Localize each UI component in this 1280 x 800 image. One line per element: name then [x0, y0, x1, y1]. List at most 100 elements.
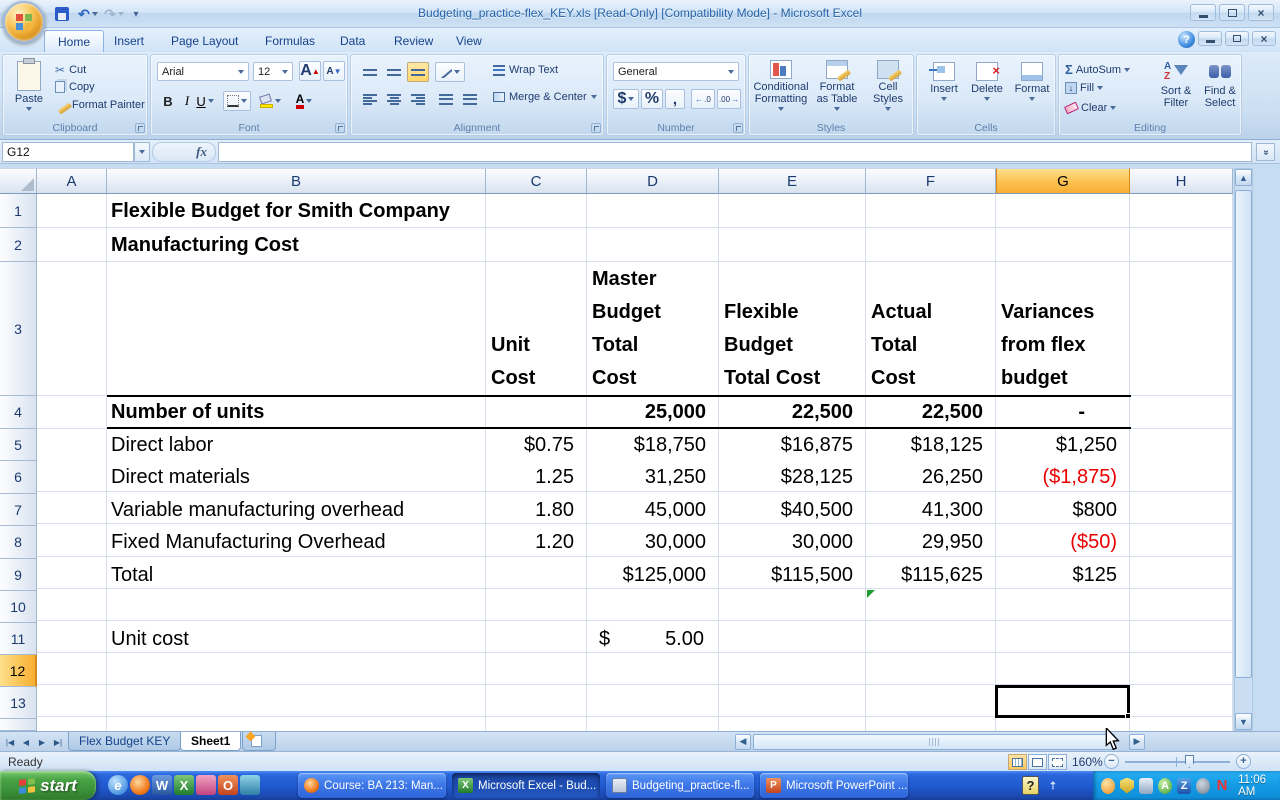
column-header-a[interactable]: A	[37, 168, 107, 194]
workbook-minimize-button[interactable]	[1198, 31, 1222, 46]
scroll-right-button[interactable]: ▶	[1129, 733, 1145, 750]
cell-d5[interactable]: $18,750	[587, 429, 718, 461]
zoom-slider-thumb[interactable]	[1185, 755, 1194, 768]
row-header-partial[interactable]	[0, 719, 37, 731]
cell-b2-title[interactable]: Manufacturing Cost	[111, 228, 299, 262]
paste-button[interactable]: Paste	[9, 58, 49, 111]
conditional-formatting-button[interactable]: Conditional Formatting	[753, 60, 809, 111]
cell-d7[interactable]: 45,000	[587, 494, 718, 526]
increase-indent-button[interactable]	[459, 89, 481, 109]
copy-button[interactable]: Copy	[55, 81, 95, 93]
workbook-close-button[interactable]: ×	[1252, 31, 1276, 46]
next-sheet-button[interactable]: ▶	[34, 734, 50, 750]
tab-data[interactable]: Data	[327, 30, 378, 52]
cell-e5[interactable]: $16,875	[719, 429, 865, 461]
tray-shield-icon[interactable]	[1120, 777, 1135, 794]
font-dialog-launcher[interactable]	[335, 123, 345, 133]
cell-b4[interactable]: Number of units	[111, 397, 264, 428]
cell-f3-header[interactable]: Actual Total Cost	[866, 262, 995, 395]
row-header-3[interactable]: 3	[0, 262, 37, 396]
row-header-11[interactable]: 11	[0, 623, 37, 655]
cell-c3-header[interactable]: Unit Cost	[486, 262, 586, 395]
tab-page-layout[interactable]: Page Layout	[158, 30, 251, 52]
tray-netscape-icon[interactable]: N	[1215, 777, 1229, 794]
task-button-budgeting-doc[interactable]: Budgeting_practice-fl...	[606, 773, 754, 798]
sheet-tab-sheet1[interactable]: Sheet1	[180, 732, 242, 751]
tray-antivirus-icon[interactable]: A	[1158, 777, 1173, 794]
name-box[interactable]: G12	[2, 142, 134, 162]
sheet-tab-flex-budget-key[interactable]: Flex Budget KEY	[68, 732, 182, 751]
cell-e6[interactable]: $28,125	[719, 461, 865, 494]
format-as-table-button[interactable]: Format as Table	[811, 60, 863, 111]
align-right-button[interactable]	[407, 89, 429, 109]
word-icon[interactable]: W	[152, 775, 172, 795]
formula-input[interactable]	[218, 142, 1252, 162]
cell-b11[interactable]: Unit cost	[111, 623, 189, 655]
clear-button[interactable]: Clear	[1063, 101, 1117, 115]
tray-zonealarm-icon[interactable]: Z	[1177, 777, 1192, 794]
align-left-button[interactable]	[359, 89, 381, 109]
clipboard-dialog-launcher[interactable]	[135, 123, 145, 133]
zoom-slider-track[interactable]	[1125, 761, 1230, 763]
orientation-button[interactable]	[435, 62, 465, 82]
fill-handle[interactable]	[1125, 713, 1131, 719]
decrease-decimal-button[interactable]: .00 →	[717, 89, 741, 109]
fill-color-button[interactable]	[255, 91, 285, 111]
office-button[interactable]	[3, 1, 45, 43]
cell-f8[interactable]: 29,950	[866, 526, 995, 559]
tab-home[interactable]: Home	[44, 30, 105, 52]
row-header-6[interactable]: 6	[0, 461, 37, 494]
cell-g4[interactable]: -	[996, 397, 1129, 428]
cell-c5[interactable]: $0.75	[486, 429, 586, 461]
workbook-restore-button[interactable]	[1225, 31, 1249, 46]
cell-f6[interactable]: 26,250	[866, 461, 995, 494]
scroll-up-button[interactable]: ▲	[1235, 169, 1252, 186]
spreadsheet-grid[interactable]: Flexible Budget for Smith Company Manufa…	[37, 194, 1233, 731]
cell-d4[interactable]: 25,000	[587, 397, 718, 428]
insert-cells-button[interactable]: Insert	[925, 62, 963, 101]
shrink-font-button[interactable]: A ▼	[323, 61, 345, 81]
cell-b5[interactable]: Direct labor	[111, 429, 213, 461]
underline-button[interactable]: U	[196, 91, 214, 111]
row-header-10[interactable]: 10	[0, 591, 37, 623]
app-close-button[interactable]: ×	[1248, 4, 1274, 21]
tab-review[interactable]: Review	[381, 30, 446, 52]
column-header-d[interactable]: D	[587, 168, 719, 194]
cell-b1-title[interactable]: Flexible Budget for Smith Company	[111, 194, 450, 228]
cell-f9[interactable]: $115,625	[866, 559, 995, 591]
cell-b8[interactable]: Fixed Manufacturing Overhead	[111, 526, 386, 559]
active-cell-selection[interactable]	[995, 685, 1131, 719]
cell-g7[interactable]: $800	[996, 494, 1129, 526]
cell-b9[interactable]: Total	[111, 559, 153, 591]
internet-explorer-icon[interactable]: e	[108, 775, 128, 795]
row-header-2[interactable]: 2	[0, 228, 37, 262]
row-header-1[interactable]: 1	[0, 194, 37, 228]
column-header-e[interactable]: E	[719, 168, 866, 194]
outlook-icon[interactable]: O	[218, 775, 238, 795]
cell-styles-button[interactable]: Cell Styles	[865, 60, 911, 111]
zoom-out-button[interactable]: −	[1104, 754, 1119, 769]
cell-c7[interactable]: 1.80	[486, 494, 586, 526]
horizontal-scrollbar[interactable]: ◀ ▶	[735, 733, 1145, 750]
hidden-icons-toggle[interactable]: ⇡	[1046, 776, 1060, 796]
column-header-b[interactable]: B	[107, 168, 486, 194]
insert-worksheet-tab[interactable]	[242, 731, 276, 751]
align-middle-button[interactable]	[383, 62, 405, 82]
vertical-scrollbar[interactable]: ▲ ▼	[1234, 168, 1253, 731]
fill-button[interactable]: ↓ Fill	[1065, 82, 1104, 94]
row-header-13[interactable]: 13	[0, 687, 37, 719]
cell-g6[interactable]: ($1,875)	[996, 461, 1129, 494]
align-top-button[interactable]	[359, 62, 381, 82]
row-header-8[interactable]: 8	[0, 526, 37, 559]
tray-smiley-icon[interactable]	[1101, 777, 1116, 794]
format-cells-button[interactable]: Format	[1011, 62, 1053, 101]
number-format-combo[interactable]: General	[613, 62, 739, 81]
italic-button[interactable]: I	[179, 91, 195, 111]
cell-d6[interactable]: 31,250	[587, 461, 718, 494]
accounting-format-button[interactable]: $	[613, 89, 639, 109]
task-button-excel[interactable]: X Microsoft Excel - Bud...	[452, 773, 600, 798]
tab-insert[interactable]: Insert	[101, 30, 157, 52]
cell-b7[interactable]: Variable manufacturing overhead	[111, 494, 404, 526]
align-center-button[interactable]	[383, 89, 405, 109]
help-icon[interactable]: ?	[1178, 31, 1195, 48]
